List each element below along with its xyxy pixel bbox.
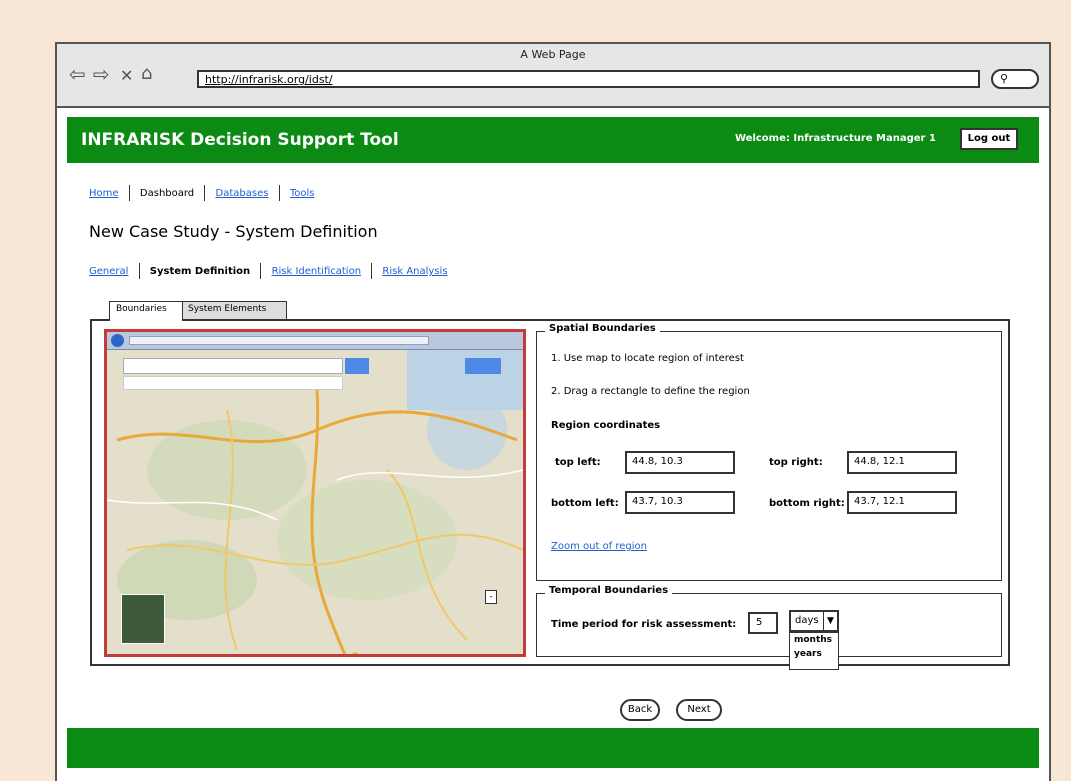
nav-separator <box>138 263 140 279</box>
case-study-nav: General System Definition Risk Identific… <box>89 263 448 279</box>
time-period-input[interactable]: 5 <box>748 612 778 634</box>
nav-separator <box>260 263 262 279</box>
next-button[interactable]: Next <box>676 699 722 721</box>
subnav-system-definition[interactable]: System Definition <box>150 266 250 277</box>
chevron-down-icon: ▼ <box>823 612 837 630</box>
nav-home[interactable]: Home <box>89 188 119 199</box>
top-left-input[interactable]: 44.8, 10.3 <box>625 451 735 474</box>
browser-search-box[interactable]: ⚲ <box>991 69 1039 89</box>
nav-separator <box>278 185 280 201</box>
page-title: New Case Study - System Definition <box>89 222 378 241</box>
map-url-bar <box>129 336 429 345</box>
map-signin-button[interactable] <box>465 358 501 374</box>
subnav-risk-analysis[interactable]: Risk Analysis <box>382 266 447 277</box>
nav-separator <box>204 185 206 201</box>
top-left-label: top left: <box>555 457 601 468</box>
bottom-left-label: bottom left: <box>551 498 619 509</box>
app-header: INFRARISK Decision Support Tool Welcome:… <box>67 117 1039 163</box>
region-map[interactable]: - <box>104 329 526 657</box>
welcome-text: Welcome: Infrastructure Manager 1 <box>735 133 936 144</box>
time-unit-value: days <box>795 615 819 626</box>
temporal-boundaries-section: Temporal Boundaries Time period for risk… <box>536 585 1002 670</box>
top-right-label: top right: <box>769 457 823 468</box>
arrow-left-icon[interactable]: ⇦ <box>69 64 86 84</box>
spatial-step-1: 1. Use map to locate region of interest <box>551 353 744 364</box>
nav-tools[interactable]: Tools <box>290 188 315 199</box>
time-unit-option-months[interactable]: months <box>790 633 838 647</box>
bottom-left-input[interactable]: 43.7, 10.3 <box>625 491 735 514</box>
map-zoom-out-button[interactable]: - <box>485 590 497 604</box>
subnav-risk-identification[interactable]: Risk Identification <box>272 266 361 277</box>
time-unit-option-years[interactable]: years <box>790 647 838 661</box>
boundaries-panel: - Spatial Boundaries 1. Use map to locat… <box>90 319 1010 670</box>
tab-system-elements[interactable]: System Elements <box>181 301 287 319</box>
coords-heading: Region coordinates <box>551 420 661 431</box>
magnifier-icon: ⚲ <box>1000 72 1009 85</box>
map-earth-thumbnail[interactable] <box>121 594 165 644</box>
address-bar[interactable]: http://infrarisk.org/idst/ <box>197 70 980 88</box>
nav-separator <box>371 263 373 279</box>
time-unit-options: months years <box>789 632 839 670</box>
map-tiles <box>107 350 523 654</box>
bottom-right-input[interactable]: 43.7, 12.1 <box>847 491 957 514</box>
app-title: INFRARISK Decision Support Tool <box>81 130 399 150</box>
main-nav: Home Dashboard Databases Tools <box>89 185 315 201</box>
time-unit-select[interactable]: days ▼ <box>789 610 839 632</box>
map-search-button[interactable] <box>345 358 369 374</box>
subnav-general[interactable]: General <box>89 266 128 277</box>
x-icon[interactable]: ✕ <box>120 66 133 86</box>
spatial-legend: Spatial Boundaries <box>545 323 660 334</box>
temporal-legend: Temporal Boundaries <box>545 585 673 596</box>
window-title: A Web Page <box>520 48 586 61</box>
bottom-right-label: bottom right: <box>769 498 845 509</box>
browser-chrome: A Web Page ⇦ ⇨ ✕ ⌂ http://infrarisk.org/… <box>57 44 1049 108</box>
arrow-right-icon[interactable]: ⇨ <box>93 64 110 84</box>
browser-window: A Web Page ⇦ ⇨ ✕ ⌂ http://infrarisk.org/… <box>55 42 1051 781</box>
nav-dashboard[interactable]: Dashboard <box>140 188 194 199</box>
spatial-step-2: 2. Drag a rectangle to define the region <box>551 386 750 397</box>
app-footer <box>67 728 1039 768</box>
nav-separator <box>128 185 130 201</box>
home-icon[interactable]: ⌂ <box>141 64 152 84</box>
zoom-out-link[interactable]: Zoom out of region <box>551 541 647 552</box>
back-button[interactable]: Back <box>620 699 660 721</box>
time-period-label: Time period for risk assessment: <box>551 619 737 630</box>
nav-databases[interactable]: Databases <box>216 188 269 199</box>
tab-boundaries[interactable]: Boundaries <box>109 301 183 321</box>
map-directions-bar[interactable] <box>123 376 343 390</box>
map-search-input[interactable] <box>123 358 343 374</box>
map-browser-bar <box>107 332 523 350</box>
spatial-boundaries-section: Spatial Boundaries 1. Use map to locate … <box>536 323 1002 581</box>
top-right-input[interactable]: 44.8, 12.1 <box>847 451 957 474</box>
map-back-icon <box>111 334 124 347</box>
logout-button[interactable]: Log out <box>960 128 1018 150</box>
